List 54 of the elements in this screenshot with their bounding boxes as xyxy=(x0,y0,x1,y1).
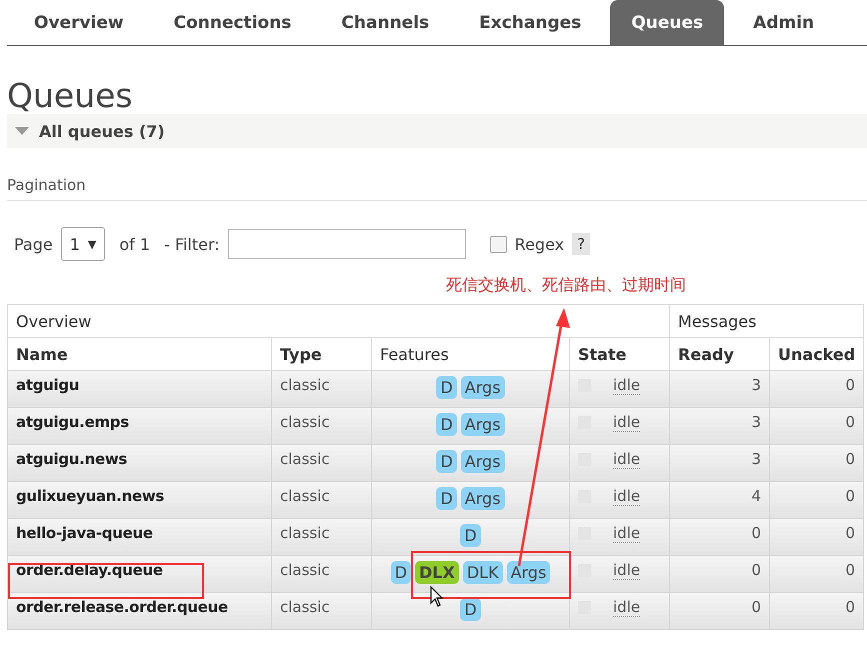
feature-tag[interactable]: Args xyxy=(460,487,505,510)
state-text: idle xyxy=(613,598,640,617)
feature-tag[interactable]: DLK xyxy=(462,561,503,584)
regex-label: Regex xyxy=(514,234,564,254)
regex-checkbox[interactable] xyxy=(490,236,507,252)
feature-tag[interactable]: D xyxy=(460,598,481,621)
page-select[interactable]: 1 ▼ xyxy=(60,227,106,261)
feature-tag[interactable]: D xyxy=(436,487,457,510)
feature-tag[interactable]: D xyxy=(390,561,412,584)
filter-label: - Filter: xyxy=(164,234,220,254)
feature-tag[interactable]: DLX xyxy=(415,561,459,584)
nav-tab[interactable]: Channels xyxy=(320,0,450,45)
page-label: Page xyxy=(14,234,53,254)
feature-tag[interactable]: D xyxy=(436,450,457,473)
section-title: All queues (7) xyxy=(39,122,165,140)
column-header: Ready xyxy=(670,338,770,370)
feature-tag[interactable]: D xyxy=(436,376,457,399)
state-text: idle xyxy=(613,487,640,506)
feature-tag[interactable]: Args xyxy=(506,561,550,584)
nav-tab[interactable]: Admin xyxy=(732,0,836,45)
feature-tag[interactable]: Args xyxy=(460,376,505,399)
section-header[interactable]: All queues (7) xyxy=(7,114,867,148)
feature-tag[interactable]: Args xyxy=(460,413,505,436)
state-text: idle xyxy=(613,561,640,580)
queue-name-link[interactable]: order.release.order.queue xyxy=(8,592,272,630)
feature-tag[interactable]: D xyxy=(460,524,481,547)
cursor-icon xyxy=(430,586,444,608)
column-header: State xyxy=(570,338,670,370)
feature-tag[interactable]: D xyxy=(436,413,457,436)
nav-tab[interactable]: Connections xyxy=(152,0,312,45)
nav-tab[interactable]: Queues xyxy=(610,0,724,45)
table-cell: 0 xyxy=(670,592,770,630)
group-header: Messages xyxy=(670,304,864,338)
filter-field[interactable] xyxy=(228,229,466,259)
column-header: Unacked xyxy=(770,338,864,370)
nav-tab[interactable]: Overview xyxy=(13,0,145,45)
pagination-label: Pagination xyxy=(7,176,867,201)
table-cell: classic xyxy=(272,592,372,630)
state-text: idle xyxy=(613,524,640,543)
caret-icon: ▼ xyxy=(88,238,96,250)
state-text: idle xyxy=(613,413,640,432)
page-title: Queues xyxy=(7,78,134,114)
nav-tab[interactable]: Exchanges xyxy=(458,0,602,45)
table-cell: 0 xyxy=(770,592,864,630)
state-text: idle xyxy=(613,376,640,395)
feature-tag[interactable]: Args xyxy=(460,450,505,473)
help-button[interactable]: ? xyxy=(572,233,590,255)
group-header: Overview xyxy=(8,304,670,338)
column-header: Name xyxy=(8,338,272,370)
column-header: Features xyxy=(372,338,570,370)
annotation-text: 死信交换机、死信路由、过期时间 xyxy=(446,275,687,296)
column-header: Type xyxy=(272,338,372,370)
state-text: idle xyxy=(613,450,640,469)
page-count: of 1 xyxy=(119,234,150,254)
